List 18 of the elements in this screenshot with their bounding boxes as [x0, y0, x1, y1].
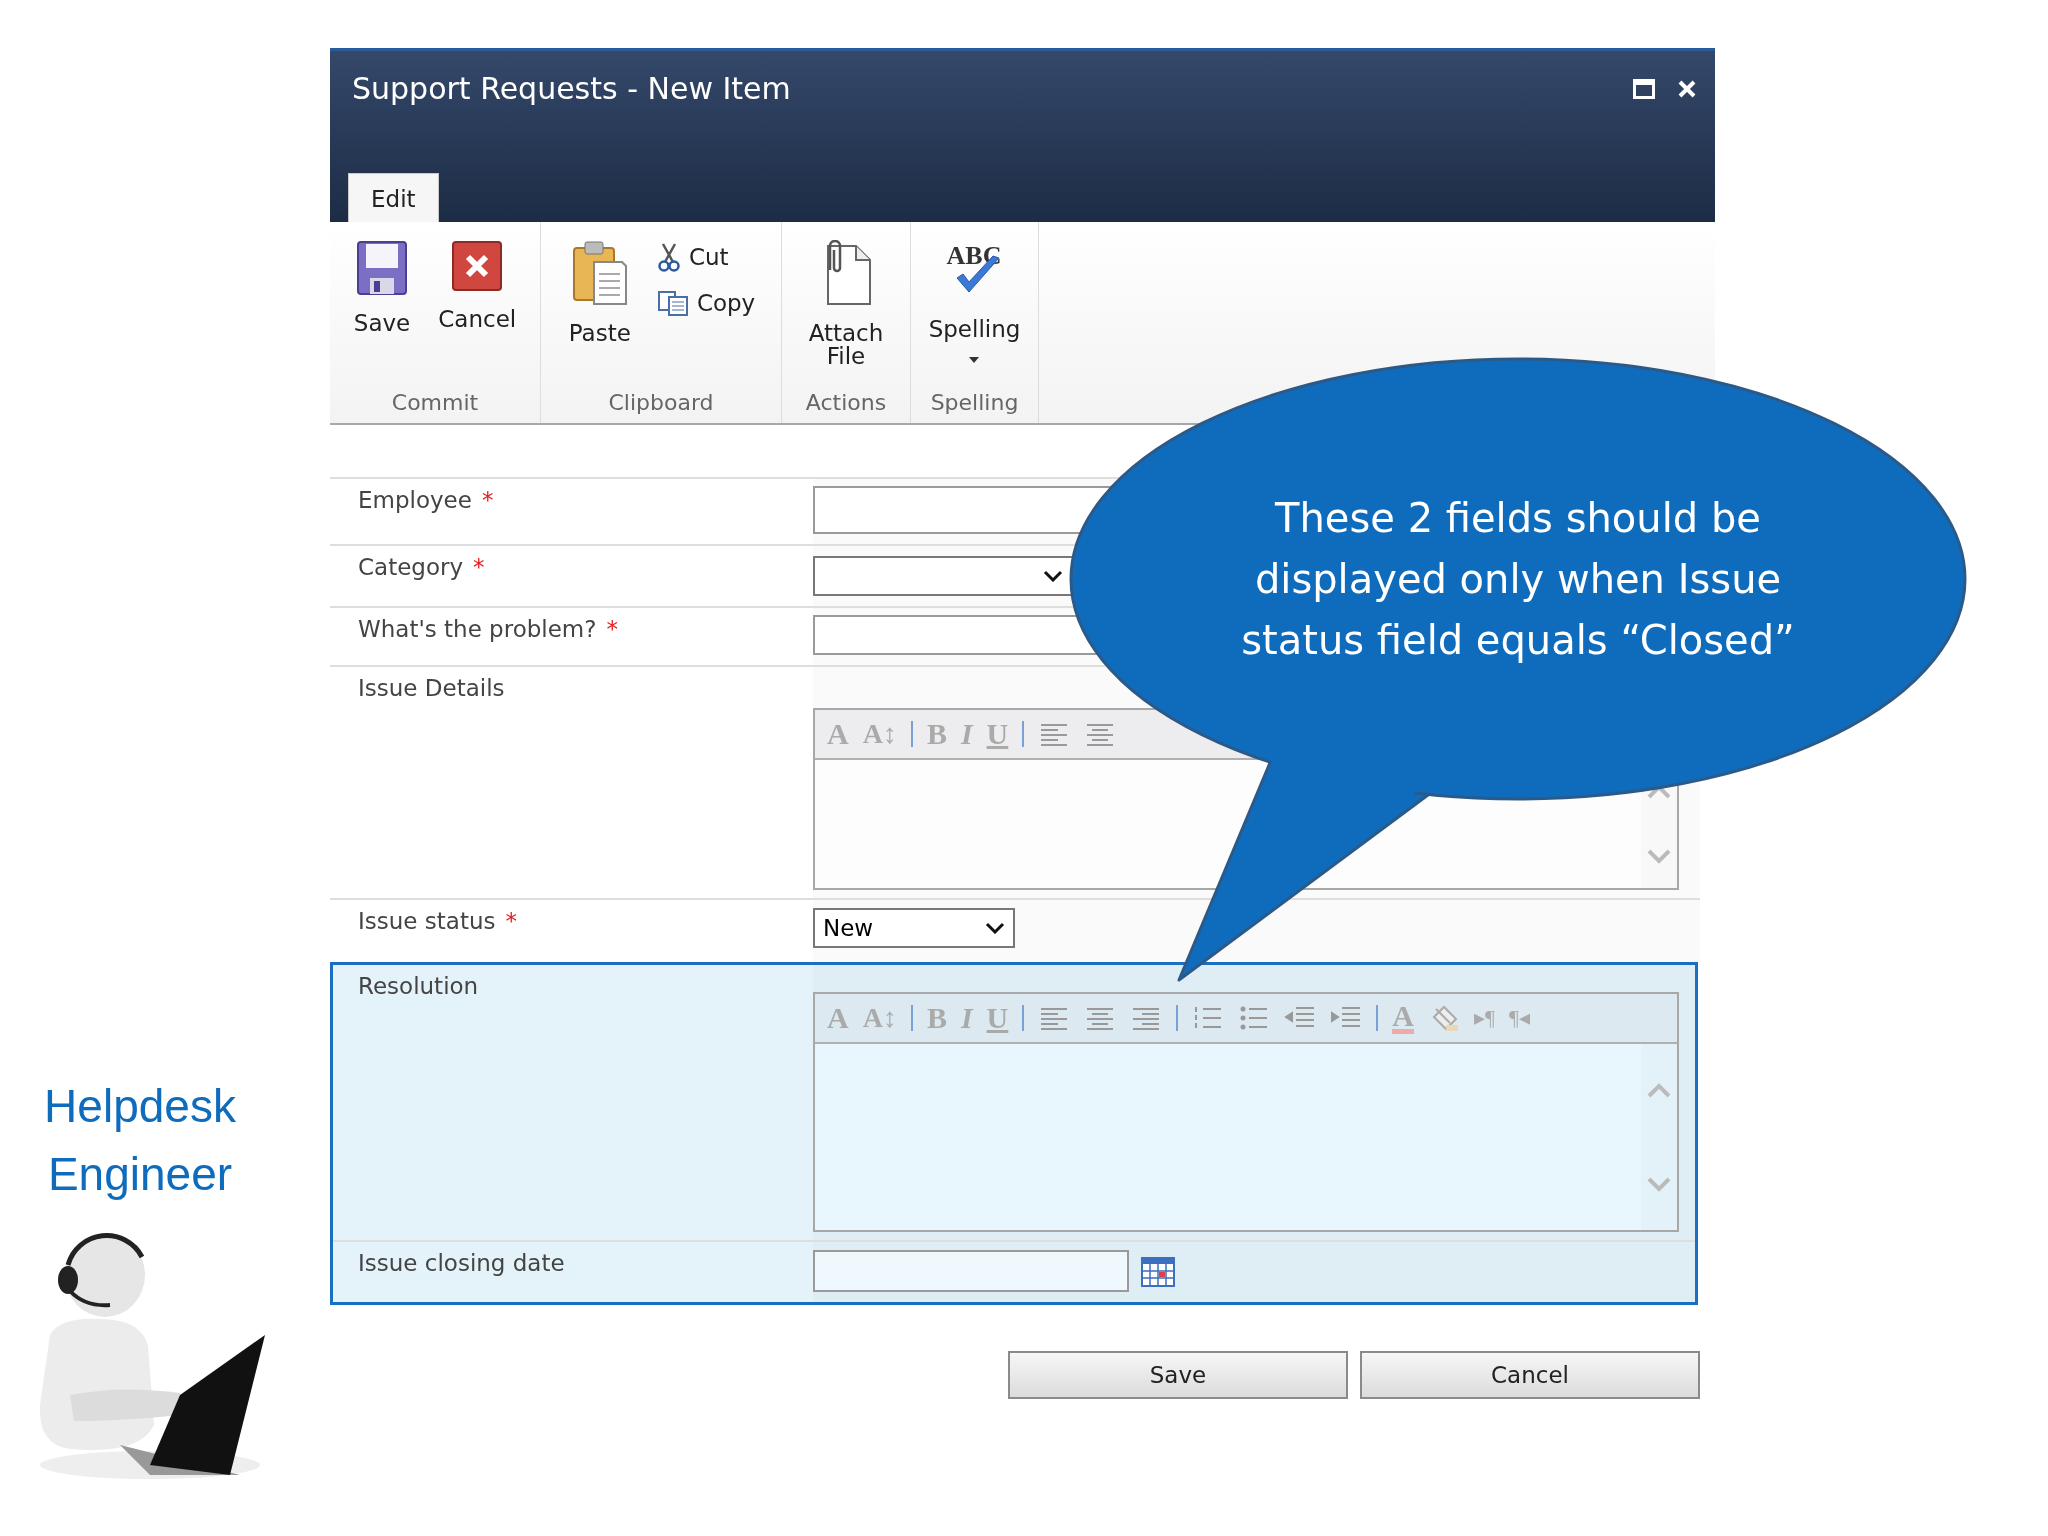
callout-text: These 2 fields should be displayed only when Issue status field equals “Closed” [1240, 494, 1796, 665]
persona-title: Helpdesk Engineer [43, 1079, 237, 1202]
ribbon-group-label: Clipboard [608, 390, 714, 417]
field-label: Category [358, 554, 464, 580]
ribbon-group-label: Spelling [930, 390, 1019, 417]
ribbon-group-label: Actions [805, 390, 887, 417]
required-mark: * [473, 554, 485, 580]
field-label: Issue status [358, 908, 496, 934]
window-title: Support Requests - New Item [352, 71, 791, 106]
required-mark: * [606, 616, 618, 642]
field-label: Resolution [358, 973, 479, 999]
ribbon-group-label: Commit [391, 390, 479, 417]
field-label: Issue Details [358, 675, 505, 701]
required-mark: * [505, 908, 517, 934]
field-label: What's the problem? [358, 616, 597, 642]
required-mark: * [481, 487, 494, 513]
field-label: Issue closing date [358, 1250, 565, 1276]
field-label: Employee [358, 487, 472, 513]
